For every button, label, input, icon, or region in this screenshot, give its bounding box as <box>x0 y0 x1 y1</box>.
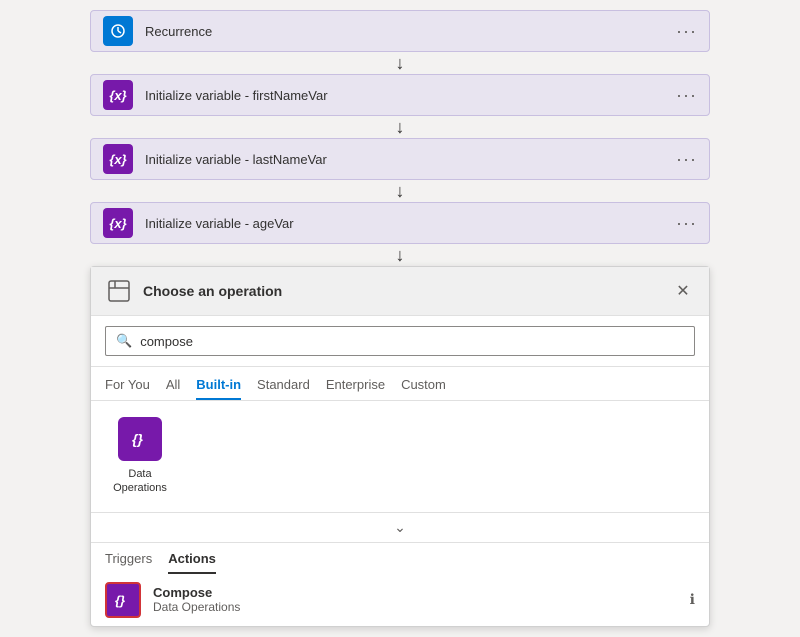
info-icon[interactable]: ℹ <box>690 591 695 608</box>
compose-item-icon: {} <box>105 582 141 618</box>
arrow-3: ↓ <box>396 180 405 202</box>
icons-section: {} DataOperations <box>91 401 709 513</box>
compose-title: Compose <box>153 585 690 600</box>
search-bar: 🔍 <box>91 316 709 367</box>
arrow-1: ↓ <box>396 52 405 74</box>
svg-text:{}: {} <box>132 431 143 447</box>
arrow-4: ↓ <box>396 244 405 266</box>
data-operations-label: DataOperations <box>113 467 167 496</box>
panel-header: Choose an operation ✕ <box>91 267 709 316</box>
var-icon-1: {x} <box>103 80 133 110</box>
expand-chevron[interactable]: ⌄ <box>91 513 709 543</box>
svg-text:{}: {} <box>115 593 125 608</box>
init-age-label: Initialize variable - ageVar <box>145 216 676 231</box>
tab-enterprise[interactable]: Enterprise <box>326 373 385 400</box>
step-init-firstname: {x} Initialize variable - firstNameVar ·… <box>90 74 710 116</box>
data-operations-item[interactable]: {} DataOperations <box>105 417 175 496</box>
step-recurrence: Recurrence ··· <box>90 10 710 52</box>
tabs-row: For You All Built-in Standard Enterprise… <box>91 367 709 401</box>
sub-tab-triggers[interactable]: Triggers <box>105 547 152 574</box>
choose-operation-panel: Choose an operation ✕ 🔍 For You All Buil… <box>90 266 710 627</box>
tab-all[interactable]: All <box>166 373 180 400</box>
var-icon-3: {x} <box>103 208 133 238</box>
recurrence-icon <box>103 16 133 46</box>
search-input[interactable] <box>140 334 684 349</box>
search-input-wrapper: 🔍 <box>105 326 695 356</box>
recurrence-label: Recurrence <box>145 24 676 39</box>
init-lastname-label: Initialize variable - lastNameVar <box>145 152 676 167</box>
tab-built-in[interactable]: Built-in <box>196 373 241 400</box>
panel-close-button[interactable]: ✕ <box>671 279 695 303</box>
init-age-dots[interactable]: ··· <box>676 213 697 234</box>
panel-header-icon <box>105 277 133 305</box>
step-init-age: {x} Initialize variable - ageVar ··· <box>90 202 710 244</box>
tab-standard[interactable]: Standard <box>257 373 310 400</box>
chevron-down-icon: ⌄ <box>394 519 406 536</box>
init-lastname-dots[interactable]: ··· <box>676 149 697 170</box>
var-icon-2: {x} <box>103 144 133 174</box>
tab-custom[interactable]: Custom <box>401 373 446 400</box>
compose-text-block: Compose Data Operations <box>153 585 690 614</box>
sub-tab-actions[interactable]: Actions <box>168 547 216 574</box>
panel-title: Choose an operation <box>143 283 671 299</box>
compose-item-row: {} Compose Data Operations ℹ <box>91 574 709 626</box>
compose-subtitle: Data Operations <box>153 600 690 614</box>
search-icon: 🔍 <box>116 333 132 349</box>
data-operations-icon: {} <box>118 417 162 461</box>
sub-tabs-row: Triggers Actions <box>91 543 709 574</box>
arrow-2: ↓ <box>396 116 405 138</box>
init-firstname-dots[interactable]: ··· <box>676 85 697 106</box>
init-firstname-label: Initialize variable - firstNameVar <box>145 88 676 103</box>
recurrence-dots[interactable]: ··· <box>676 21 697 42</box>
tab-for-you[interactable]: For You <box>105 373 150 400</box>
step-init-lastname: {x} Initialize variable - lastNameVar ··… <box>90 138 710 180</box>
